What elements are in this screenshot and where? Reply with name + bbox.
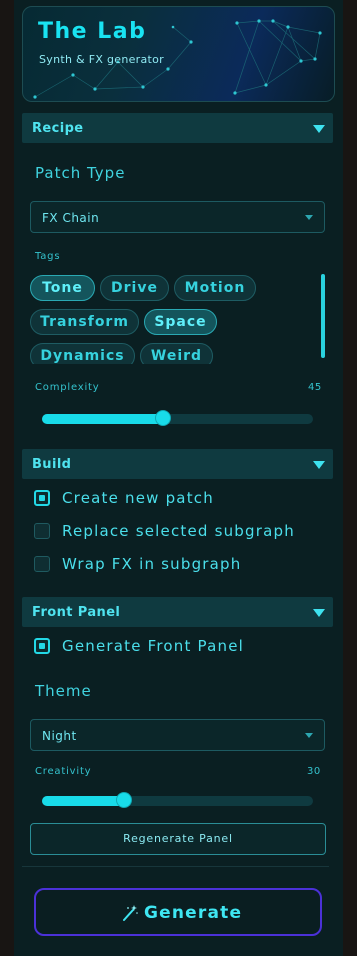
section-label: Front Panel [32,605,121,620]
creativity-value: 30 [307,766,321,777]
app-subtitle: Synth & FX generator [39,53,164,66]
tag-chip-transform[interactable]: Transform [30,309,139,335]
generate-label: Generate [144,903,243,923]
creativity-slider[interactable] [42,793,313,807]
option-label: Generate Front Panel [62,637,244,655]
collapse-triangle-icon [313,461,325,469]
section-header-recipe[interactable]: Recipe [22,113,333,143]
checkbox[interactable] [34,523,50,539]
tags-label: Tags [35,251,61,262]
theme-value: Night [42,729,77,743]
tags-scrollbar[interactable] [321,274,325,358]
chevron-down-icon [305,215,313,220]
tags-list: Tone Drive Motion Transform Space Dynami… [30,272,315,364]
patch-type-select[interactable]: FX Chain [30,201,325,233]
section-header-front-panel[interactable]: Front Panel [22,597,333,627]
complexity-label: Complexity [35,382,100,393]
tag-chip-dynamics[interactable]: Dynamics [30,343,135,364]
complexity-slider-handle[interactable] [156,411,170,425]
tag-chip-tone[interactable]: Tone [30,275,95,301]
checkbox[interactable] [34,490,50,506]
tag-chip-drive[interactable]: Drive [100,275,169,301]
divider [22,866,329,867]
creativity-label: Creativity [35,766,92,777]
complexity-value: 45 [308,382,322,393]
section-label: Recipe [32,121,84,136]
checkbox[interactable] [34,556,50,572]
creativity-slider-handle[interactable] [117,793,131,807]
collapse-triangle-icon [313,609,325,617]
generate-button[interactable]: Generate [34,888,322,936]
theme-label: Theme [35,682,92,700]
patch-type-value: FX Chain [42,211,100,225]
option-label: Wrap FX in subgraph [62,555,242,573]
regenerate-panel-button[interactable]: Regenerate Panel [30,823,326,855]
creativity-slider-fill [42,796,124,806]
magic-wand-icon [123,905,138,921]
chevron-down-icon [305,733,313,738]
complexity-slider[interactable] [42,411,313,425]
collapse-triangle-icon [313,125,325,133]
patch-type-label: Patch Type [35,164,126,182]
section-label: Build [32,457,72,472]
section-header-build[interactable]: Build [22,449,333,479]
option-label: Create new patch [62,489,214,507]
theme-select[interactable]: Night [30,719,325,751]
header-banner: The Lab Synth & FX generator [22,6,335,102]
checkbox[interactable] [34,638,50,654]
complexity-slider-fill [42,414,163,424]
option-label: Replace selected subgraph [62,522,295,540]
tag-chip-weird[interactable]: Weird [140,343,213,364]
app-title: The Lab [38,19,147,44]
tag-chip-motion[interactable]: Motion [174,275,256,301]
tag-chip-space[interactable]: Space [144,309,217,335]
